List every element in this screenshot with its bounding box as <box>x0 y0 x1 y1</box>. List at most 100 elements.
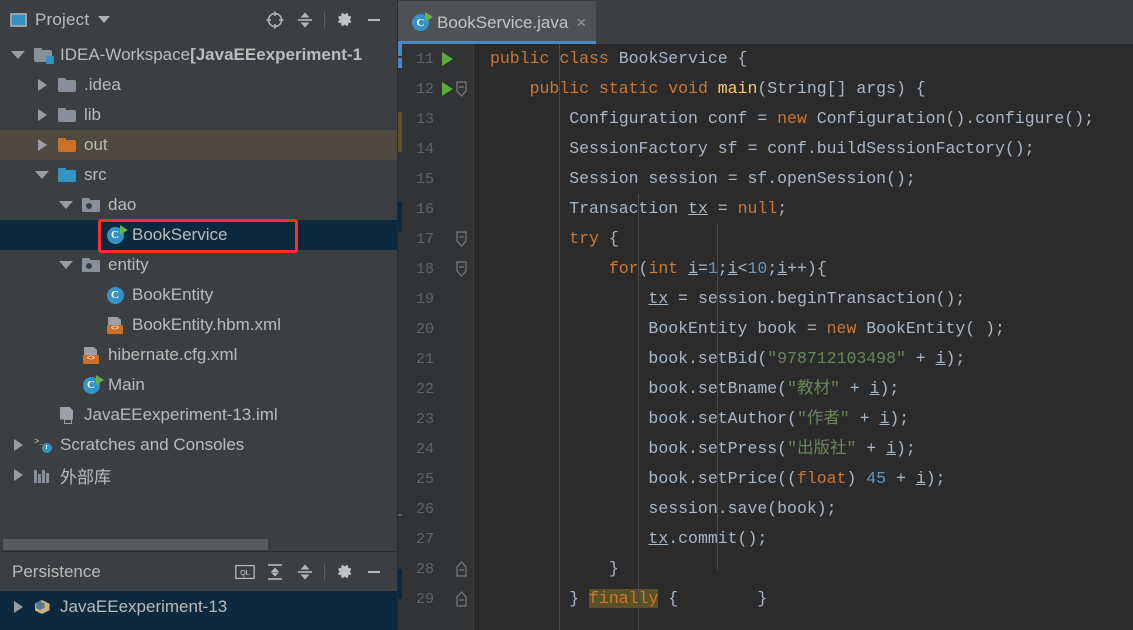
tree-node-out[interactable]: out <box>0 130 397 160</box>
code-editor[interactable]: 11 12 13 14 15 16 17 18 19 20 21 22 23 24 25 26 27 28 29 p… <box>398 44 1133 630</box>
gutter-line-11[interactable]: 11 <box>402 44 474 74</box>
code-line-26[interactable]: session.save(book); <box>474 494 1133 524</box>
tree-node-javaeeexperiment-13.iml[interactable]: JavaEEexperiment-13.iml <box>0 400 397 430</box>
code-line-25[interactable]: book.setPrice((float) 45 + i); <box>474 464 1133 494</box>
code-line-17[interactable]: try { <box>474 224 1133 254</box>
code-line-11[interactable]: public class BookService { <box>474 44 1133 74</box>
minimize-icon[interactable] <box>359 557 389 587</box>
gear-icon[interactable] <box>329 5 359 35</box>
gutter-line-18[interactable]: 18 <box>402 254 474 284</box>
gutter-line-28[interactable]: 28 <box>402 554 474 584</box>
code-fold-icon[interactable] <box>455 81 468 97</box>
gear-icon[interactable] <box>329 557 359 587</box>
locate-target-icon[interactable] <box>260 5 290 35</box>
code-token: ); <box>889 409 910 428</box>
close-icon[interactable]: × <box>576 14 586 31</box>
gutter-line-26[interactable]: 26 <box>402 494 474 524</box>
code-token: try <box>569 229 599 248</box>
minimize-icon[interactable] <box>359 5 389 35</box>
tree-node-bookentity.hbm.xml[interactable]: BookEntity.hbm.xml <box>0 310 397 340</box>
tree-node-lib[interactable]: lib <box>0 100 397 130</box>
code-line-13[interactable]: Configuration conf = new Configuration()… <box>474 104 1133 134</box>
tree-expand-arrow[interactable] <box>30 79 54 91</box>
gutter-line-27[interactable]: 27 <box>402 524 474 554</box>
code-token: "出版社" <box>787 439 857 458</box>
tree-node-label: BookEntity.hbm.xml <box>132 315 281 334</box>
tree-node-entity[interactable]: entity <box>0 250 397 280</box>
gutter-line-13[interactable]: 13 <box>402 104 474 134</box>
chevron-down-icon[interactable] <box>98 16 111 23</box>
package-icon <box>82 198 100 212</box>
tree-expand-arrow[interactable] <box>6 439 30 451</box>
gutter-line-29[interactable]: 29 <box>402 584 474 614</box>
code-fold-icon[interactable] <box>455 231 468 247</box>
expand-all-icon[interactable] <box>260 557 290 587</box>
ql-console-icon[interactable]: QL <box>230 557 260 587</box>
code-fold-end-icon[interactable] <box>455 561 468 577</box>
code-line-28[interactable]: } <box>474 554 1133 584</box>
gutter-line-12[interactable]: 12 <box>402 74 474 104</box>
editor-gutter[interactable]: 11 12 13 14 15 16 17 18 19 20 21 22 23 24 25 26 27 28 29 <box>402 44 474 630</box>
code-line-20[interactable]: BookEntity book = new BookEntity( ); <box>474 314 1133 344</box>
code-line-14[interactable]: SessionFactory sf = conf.buildSessionFac… <box>474 134 1133 164</box>
gutter-line-16[interactable]: 16 <box>402 194 474 224</box>
run-gutter-icon[interactable] <box>442 82 453 96</box>
code-line-16[interactable]: Transaction tx = null; <box>474 194 1133 224</box>
project-tree-hscrollbar[interactable] <box>0 537 397 551</box>
tree-expand-arrow[interactable] <box>30 171 54 179</box>
tree-expand-arrow[interactable] <box>30 109 54 121</box>
tree-expand-arrow[interactable] <box>54 201 78 209</box>
tree-node-main[interactable]: C Main <box>0 370 397 400</box>
code-line-27[interactable]: tx.commit(); <box>474 524 1133 554</box>
tree-node-.idea[interactable]: .idea <box>0 70 397 100</box>
gutter-line-19[interactable]: 19 <box>402 284 474 314</box>
gutter-line-15[interactable]: 15 <box>402 164 474 194</box>
collapse-all-icon[interactable] <box>290 5 320 35</box>
gutter-line-25[interactable]: 25 <box>402 464 474 494</box>
code-token: "978712103498" <box>767 349 906 368</box>
code-content[interactable]: public class BookService { public static… <box>474 44 1133 630</box>
persistence-tree[interactable]: JavaEEexperiment-13 <box>0 591 397 630</box>
tree-node-src[interactable]: src <box>0 160 397 190</box>
tree-node-bookentity[interactable]: C BookEntity <box>0 280 397 310</box>
tree-node-bookservice[interactable]: C BookService <box>0 220 397 250</box>
gutter-line-21[interactable]: 21 <box>402 344 474 374</box>
gutter-line-20[interactable]: 20 <box>402 314 474 344</box>
code-line-24[interactable]: book.setPress("出版社" + i); <box>474 434 1133 464</box>
tree-node-scratches-and-consoles[interactable]: Scratches and Consoles <box>0 430 397 460</box>
persistence-header: Persistence QL <box>0 552 397 591</box>
tab-bookservice-java[interactable]: C BookService.java × <box>398 1 597 44</box>
tree-expand-arrow[interactable] <box>6 601 30 613</box>
tree-expand-arrow[interactable] <box>30 139 54 151</box>
run-gutter-icon[interactable] <box>442 52 453 66</box>
code-fold-icon[interactable] <box>455 261 468 277</box>
gutter-line-22[interactable]: 22 <box>402 374 474 404</box>
code-line-21[interactable]: book.setBid("978712103498" + i); <box>474 344 1133 374</box>
code-line-12[interactable]: public static void main(String[] args) { <box>474 74 1133 104</box>
tree-expand-arrow[interactable] <box>54 261 78 269</box>
tree-node-idea-workspace[interactable]: IDEA-Workspace [JavaEEexperiment-1 <box>0 40 397 70</box>
code-line-18[interactable]: for(int i=1;i<10;i++){ <box>474 254 1133 284</box>
code-fold-end-icon[interactable] <box>455 591 468 607</box>
line-number: 12 <box>415 80 434 98</box>
tree-node--[interactable]: 外部库 <box>0 460 397 490</box>
code-token: i <box>777 259 788 278</box>
code-line-29[interactable]: } finally { } <box>474 584 1133 614</box>
code-line-22[interactable]: book.setBname("教材" + i); <box>474 374 1133 404</box>
project-tree-hscroll-thumb[interactable] <box>3 539 268 550</box>
code-line-23[interactable]: book.setAuthor("作者" + i); <box>474 404 1133 434</box>
gutter-line-24[interactable]: 24 <box>402 434 474 464</box>
gutter-line-23[interactable]: 23 <box>402 404 474 434</box>
gutter-line-17[interactable]: 17 <box>402 224 474 254</box>
persistence-unit-row[interactable]: JavaEEexperiment-13 <box>0 591 397 623</box>
tree-node-dao[interactable]: dao <box>0 190 397 220</box>
tree-node-hibernate.cfg.xml[interactable]: hibernate.cfg.xml <box>0 340 397 370</box>
tree-expand-arrow[interactable] <box>6 51 30 59</box>
collapse-all-icon[interactable] <box>290 557 320 587</box>
code-token: new <box>826 319 867 338</box>
code-line-15[interactable]: Session session = sf.openSession(); <box>474 164 1133 194</box>
gutter-line-14[interactable]: 14 <box>402 134 474 164</box>
code-line-19[interactable]: tx = session.beginTransaction(); <box>474 284 1133 314</box>
project-tree[interactable]: IDEA-Workspace [JavaEEexperiment-1 .idea l… <box>0 39 397 551</box>
tree-expand-arrow[interactable] <box>6 469 30 481</box>
